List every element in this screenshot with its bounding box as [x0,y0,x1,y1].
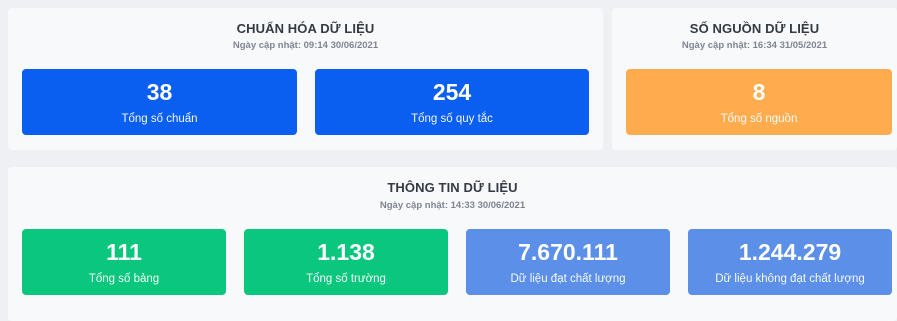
total-rules-value: 254 [432,79,472,105]
quality-data-card[interactable]: 7.670.111 Dữ liệu đạt chất lượng [466,229,670,295]
sources-panel: SỐ NGUỒN DỮ LIỆU Ngày cập nhật: 16:34 31… [612,8,897,150]
data-info-title: THÔNG TIN DỮ LIỆU [387,180,518,195]
data-info-panel: THÔNG TIN DỮ LIỆU Ngày cập nhật: 14:33 3… [8,167,897,321]
total-rules-label: Tổng số quy tắc [411,113,493,125]
non-quality-data-value: 1.244.279 [738,239,842,265]
sources-title: SỐ NGUỒN DỮ LIỆU [689,21,820,36]
sources-updated: Ngày cập nhật: 16:34 31/05/2021 [681,40,828,51]
total-fields-label: Tổng số trường [306,273,386,285]
total-sources-value: 8 [752,79,766,105]
total-standards-value: 38 [146,79,173,105]
total-tables-label: Tổng số bảng [88,273,160,285]
total-sources-card[interactable]: 8 Tổng số nguồn [626,69,892,135]
total-tables-value: 111 [106,239,142,265]
total-rules-card[interactable]: 254 Tổng số quy tắc [315,69,589,135]
total-sources-label: Tổng số nguồn [720,113,798,125]
total-fields-card[interactable]: 1.138 Tổng số trường [244,229,448,295]
standardization-updated: Ngày cập nhật: 09:14 30/06/2021 [232,40,379,51]
quality-data-value: 7.670.111 [518,239,618,265]
data-info-updated: Ngày cập nhật: 14:33 30/06/2021 [379,200,526,211]
standardization-title: CHUẨN HÓA DỮ LIỆU [236,21,375,36]
non-quality-data-label: Dữ liệu không đạt chất lượng [715,273,865,285]
total-standards-label: Tổng số chuẩn [121,113,198,125]
non-quality-data-card[interactable]: 1.244.279 Dữ liệu không đạt chất lượng [688,229,892,295]
total-fields-value: 1.138 [317,239,375,265]
total-tables-card[interactable]: 111 Tổng số bảng [22,229,226,295]
quality-data-label: Dữ liệu đạt chất lượng [510,273,626,285]
standardization-panel: CHUẨN HÓA DỮ LIỆU Ngày cập nhật: 09:14 3… [8,8,603,150]
total-standards-card[interactable]: 38 Tổng số chuẩn [22,69,297,135]
